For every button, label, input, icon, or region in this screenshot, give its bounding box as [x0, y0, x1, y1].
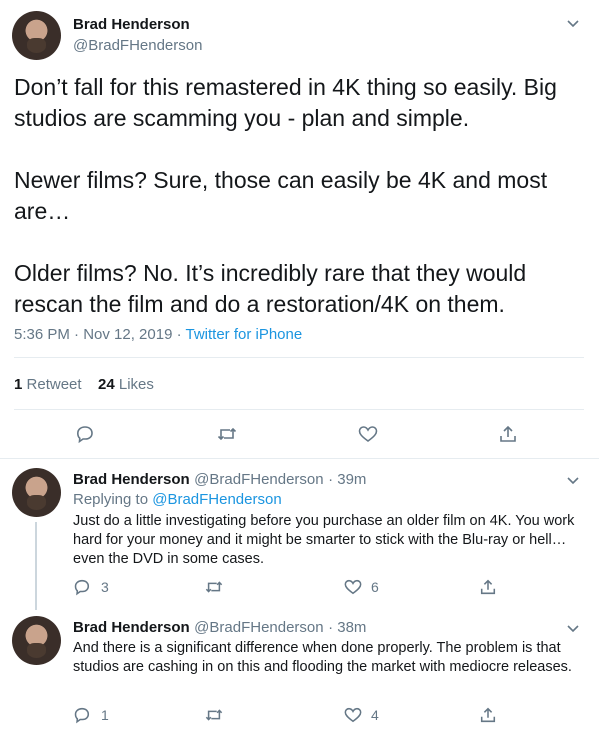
- retweet-count: 1: [14, 376, 23, 393]
- reply-button[interactable]: [75, 424, 95, 444]
- reply-icon: [74, 707, 90, 724]
- heart-icon: [358, 426, 378, 442]
- retweet-icon: [205, 709, 223, 721]
- author-name[interactable]: Brad Henderson: [73, 619, 190, 636]
- tweet-text: Don’t fall for this remastered in 4K thi…: [14, 74, 557, 317]
- reply-text: Just do a little investigating before yo…: [73, 513, 575, 567]
- divider: [0, 458, 599, 459]
- share-icon: [480, 707, 496, 723]
- share-icon: [500, 425, 516, 442]
- divider: [14, 409, 584, 410]
- replying-prefix: Replying to: [73, 491, 153, 508]
- replying-to: Replying to @BradFHenderson: [73, 491, 282, 508]
- reply-icon: [74, 579, 90, 596]
- divider: [14, 357, 584, 358]
- author-handle[interactable]: @BradFHenderson: [73, 37, 202, 54]
- retweet-button[interactable]: [204, 578, 224, 596]
- author-name[interactable]: Brad Henderson: [73, 471, 190, 488]
- reply-header: Brad Henderson @BradFHenderson · 39m: [73, 471, 366, 489]
- like-button[interactable]: [343, 578, 363, 596]
- reply-button[interactable]: [73, 706, 91, 724]
- avatar[interactable]: [12, 11, 61, 60]
- likes-label: Likes: [118, 376, 154, 393]
- heart-icon: [344, 579, 362, 595]
- share-button[interactable]: [479, 578, 497, 596]
- thread-line: [35, 522, 37, 610]
- like-count: 6: [371, 579, 379, 595]
- tweet-source[interactable]: Twitter for iPhone: [185, 326, 302, 343]
- tweet-timestamp[interactable]: 5:36 PM · Nov 12, 2019 ·: [14, 326, 185, 343]
- chevron-down-icon[interactable]: [564, 14, 582, 32]
- avatar[interactable]: [12, 616, 61, 665]
- author-handle[interactable]: @BradFHenderson: [194, 619, 323, 636]
- retweet-button[interactable]: [204, 706, 224, 724]
- heart-icon: [344, 707, 362, 723]
- like-button[interactable]: [343, 706, 363, 724]
- reply-age[interactable]: · 38m: [328, 619, 366, 636]
- reply-count: 3: [101, 579, 109, 595]
- tweet-meta: 5:36 PM · Nov 12, 2019 · Twitter for iPh…: [14, 326, 302, 343]
- reply-icon: [76, 426, 93, 444]
- share-button[interactable]: [498, 424, 518, 444]
- reply-header: Brad Henderson @BradFHenderson · 38m: [73, 619, 366, 637]
- like-button[interactable]: [357, 424, 379, 444]
- retweet-label: Retweet: [26, 376, 82, 393]
- likes-count: 24: [98, 376, 115, 393]
- author-handle[interactable]: @BradFHenderson: [194, 471, 323, 488]
- chevron-down-icon[interactable]: [564, 619, 582, 637]
- retweet-button[interactable]: [216, 424, 238, 444]
- replying-to-handle[interactable]: @BradFHenderson: [152, 491, 281, 508]
- likes-stat[interactable]: 24 Likes: [98, 376, 154, 393]
- reply-age[interactable]: · 39m: [328, 471, 366, 488]
- reply-text: And there is a significant difference wh…: [73, 640, 572, 675]
- chevron-down-icon[interactable]: [564, 471, 582, 489]
- retweet-icon: [217, 427, 237, 441]
- retweet-icon: [205, 581, 223, 593]
- avatar[interactable]: [12, 468, 61, 517]
- share-icon: [480, 579, 496, 595]
- retweet-stat[interactable]: 1 Retweet: [14, 376, 82, 393]
- reply-count: 1: [101, 707, 109, 723]
- author-name[interactable]: Brad Henderson: [73, 16, 190, 33]
- reply-button[interactable]: [73, 578, 91, 596]
- share-button[interactable]: [479, 706, 497, 724]
- like-count: 4: [371, 707, 379, 723]
